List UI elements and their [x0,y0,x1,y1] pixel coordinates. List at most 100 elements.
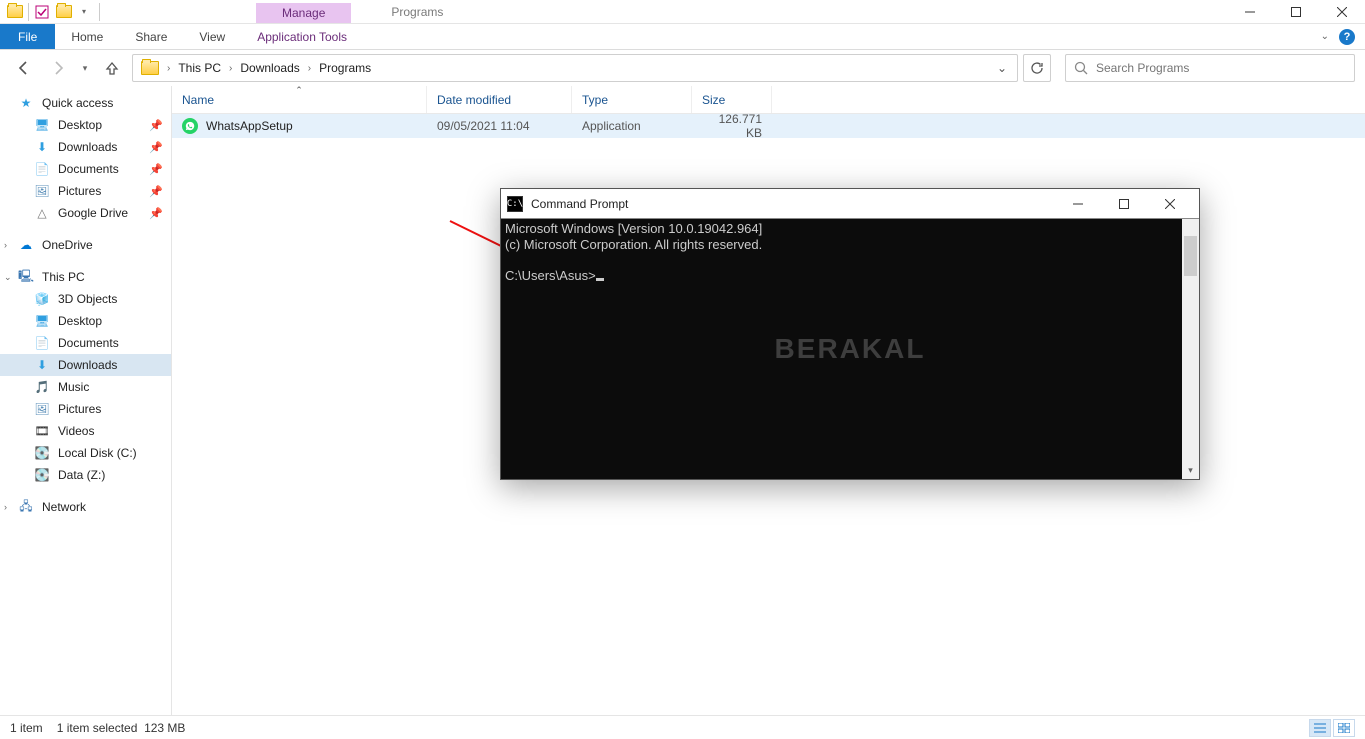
cmd-icon: C:\ [507,196,523,212]
breadcrumb-this-pc[interactable]: This PC [174,59,225,77]
pin-icon: 📌 [149,163,163,176]
column-header-size[interactable]: Size [692,86,772,113]
ribbon-tab-application-tools[interactable]: Application Tools [241,24,363,49]
pin-icon: 📌 [149,141,163,154]
help-icon[interactable]: ? [1339,29,1355,45]
nav-recent-dropdown[interactable]: ▾ [78,54,92,82]
file-type: Application [572,119,692,133]
cmd-maximize-button[interactable] [1101,189,1147,219]
nav-forward-button[interactable] [44,54,72,82]
sidebar-label: Local Disk (C:) [58,446,137,460]
downloads-icon: ⬇ [34,139,50,155]
sidebar-item-google-drive[interactable]: △Google Drive📌 [0,202,171,224]
close-button[interactable] [1319,0,1365,23]
sidebar-label: Videos [58,424,94,438]
sidebar-label: Desktop [58,314,102,328]
scroll-down-icon[interactable]: ▾ [1182,462,1199,479]
sidebar-item-local-disk-c[interactable]: 💽 Local Disk (C:) [0,442,171,464]
sidebar-this-pc[interactable]: ⌄🖳This PC [0,266,171,288]
sidebar-item-videos[interactable]: 🎞 Videos [0,420,171,442]
command-prompt-window[interactable]: C:\ Command Prompt Microsoft Windows [Ve… [500,188,1200,480]
qat-folder-icon[interactable] [53,1,75,23]
breadcrumb-root-icon[interactable] [137,59,163,77]
chevron-right-icon[interactable]: › [227,63,234,74]
sidebar-item-downloads-pc[interactable]: ⬇Downloads [0,354,171,376]
sidebar-item-desktop-pc[interactable]: 🖥Desktop [0,310,171,332]
explorer-titlebar: ▾ Manage Programs [0,0,1365,24]
folder-icon[interactable] [4,1,26,23]
sidebar-item-pictures-pc[interactable]: 🖼 Pictures [0,398,171,420]
sidebar-label: Pictures [58,402,101,416]
column-header-date[interactable]: Date modified [427,86,572,113]
file-date: 09/05/2021 11:04 [427,119,572,133]
sidebar-item-desktop[interactable]: 🖥Desktop📌 [0,114,171,136]
view-thumbnails-button[interactable] [1333,719,1355,737]
column-header-type[interactable]: Type [572,86,692,113]
search-box[interactable] [1065,54,1355,82]
maximize-button[interactable] [1273,0,1319,23]
column-header-name[interactable]: ⌃Name [172,86,427,113]
expand-icon[interactable]: › [4,502,7,512]
nav-up-button[interactable] [98,54,126,82]
minimize-button[interactable] [1227,0,1273,23]
breadcrumb-downloads[interactable]: Downloads [236,59,303,77]
network-icon: 🖧 [18,499,34,515]
desktop-icon: 🖥 [34,117,50,133]
column-headers: ⌃Name Date modified Type Size [172,86,1365,114]
status-bar: 1 item 1 item selected 123 MB [0,715,1365,739]
sidebar-item-documents-pc[interactable]: 📄Documents [0,332,171,354]
cmd-titlebar[interactable]: C:\ Command Prompt [501,189,1199,219]
address-bar[interactable]: › This PC › Downloads › Programs ⌄ [132,54,1018,82]
ribbon-tab-home[interactable]: Home [55,24,119,49]
cmd-minimize-button[interactable] [1055,189,1101,219]
sidebar-quick-access[interactable]: ★ Quick access [0,92,171,114]
ribbon-tab-share[interactable]: Share [119,24,183,49]
breadcrumb-programs[interactable]: Programs [315,59,375,77]
ribbon-tabs: File Home Share View Application Tools ⌄… [0,24,1365,50]
cmd-close-button[interactable] [1147,189,1193,219]
ribbon-collapse-icon[interactable]: ⌄ [1321,31,1329,42]
cmd-scrollbar[interactable]: ▴ ▾ [1182,219,1199,479]
navigation-bar: ▾ › This PC › Downloads › Programs ⌄ [0,50,1365,86]
videos-icon: 🎞 [34,423,50,439]
refresh-button[interactable] [1023,54,1051,82]
pictures-icon: 🖼 [34,401,50,417]
sidebar-label: Pictures [58,184,101,198]
file-name: WhatsAppSetup [206,119,293,133]
drive-icon: 💽 [34,445,50,461]
sidebar-item-downloads[interactable]: ⬇Downloads📌 [0,136,171,158]
cmd-terminal[interactable]: Microsoft Windows [Version 10.0.19042.96… [501,219,1199,479]
cmd-output-line: (c) Microsoft Corporation. All rights re… [505,237,762,252]
sidebar-label: Downloads [58,358,117,372]
scroll-thumb[interactable] [1184,236,1197,276]
ribbon-tab-view[interactable]: View [183,24,241,49]
view-details-button[interactable] [1309,719,1331,737]
file-row[interactable]: WhatsAppSetup 09/05/2021 11:04 Applicati… [172,114,1365,138]
chevron-right-icon[interactable]: › [165,63,172,74]
cmd-cursor [596,278,604,281]
sidebar-item-3d-objects[interactable]: 🧊3D Objects [0,288,171,310]
ribbon-tab-file[interactable]: File [0,24,55,49]
expand-icon[interactable]: › [4,240,7,250]
search-input[interactable] [1096,61,1346,75]
sidebar-onedrive[interactable]: ›☁OneDrive [0,234,171,256]
address-dropdown-icon[interactable]: ⌄ [991,61,1013,75]
quick-access-toolbar: ▾ [0,0,106,23]
nav-back-button[interactable] [10,54,38,82]
qat-checkbox-icon[interactable] [31,1,53,23]
sidebar-network[interactable]: ›🖧Network [0,496,171,518]
sidebar-item-documents[interactable]: 📄Documents📌 [0,158,171,180]
sidebar-label: Music [58,380,89,394]
sidebar-item-pictures[interactable]: 🖼Pictures📌 [0,180,171,202]
watermark-text: BERAKAL [775,333,926,365]
sidebar-label: Data (Z:) [58,468,105,482]
expand-icon[interactable]: ⌄ [4,272,12,283]
documents-icon: 📄 [34,335,50,351]
chevron-right-icon[interactable]: › [306,63,313,74]
file-size: 126.771 KB [692,112,772,140]
google-drive-icon: △ [34,205,50,221]
sidebar-item-data-z[interactable]: 💽Data (Z:) [0,464,171,486]
sidebar-item-music[interactable]: 🎵Music [0,376,171,398]
qat-dropdown-icon[interactable]: ▾ [75,1,97,23]
cmd-output-line: Microsoft Windows [Version 10.0.19042.96… [505,221,762,236]
